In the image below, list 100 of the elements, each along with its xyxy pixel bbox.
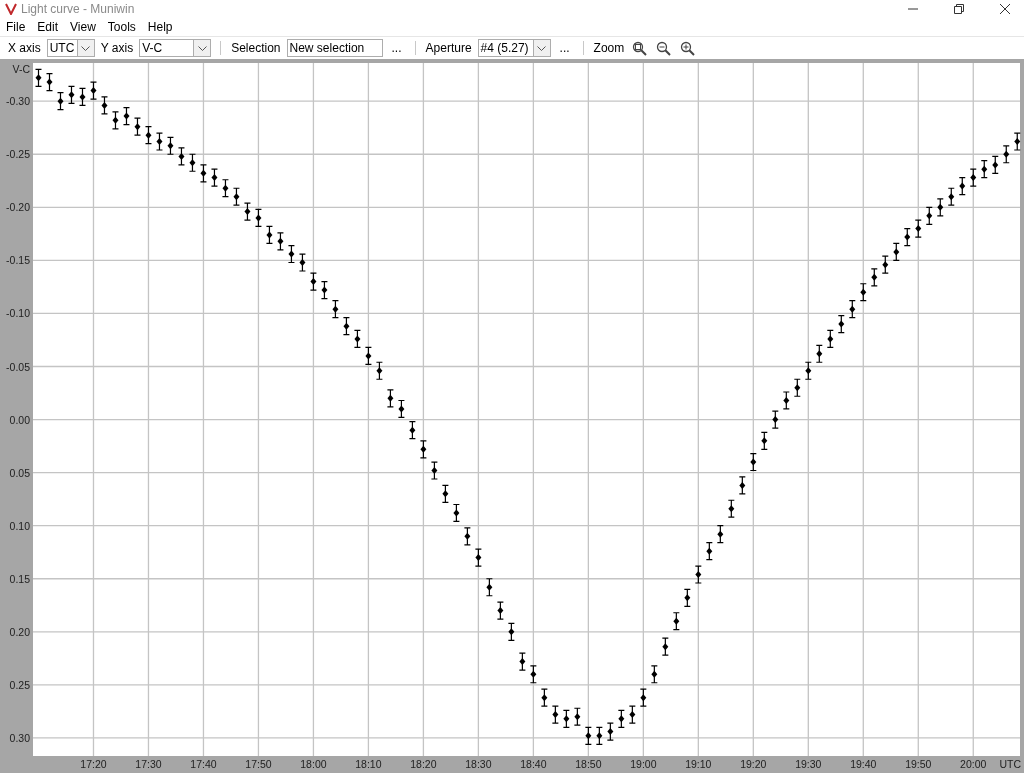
data-point xyxy=(188,153,197,172)
data-point xyxy=(155,132,164,151)
menu-item[interactable]: Edit xyxy=(37,20,59,34)
data-point xyxy=(397,399,405,419)
data-point xyxy=(892,242,900,261)
y-axis-title: V-C xyxy=(12,63,30,75)
data-point xyxy=(100,96,109,115)
data-point xyxy=(474,548,482,567)
x-tick-label: 18:10 xyxy=(355,758,382,770)
data-point xyxy=(177,147,186,166)
x-tick-label: 19:20 xyxy=(740,758,767,770)
y-tick-label: -0.05 xyxy=(6,360,30,373)
menu-item[interactable]: View xyxy=(70,20,96,34)
data-point xyxy=(298,253,307,272)
x-tick-label: 17:50 xyxy=(245,758,272,770)
data-point xyxy=(694,565,702,584)
y-tick-label: 0.30 xyxy=(9,731,30,744)
data-point xyxy=(628,705,636,724)
menu-item[interactable]: Help xyxy=(147,20,173,34)
data-point xyxy=(1013,132,1021,151)
y-tick-label: 0.00 xyxy=(9,413,30,426)
menu-item[interactable]: Tools xyxy=(107,20,136,34)
data-point xyxy=(991,155,999,174)
data-point xyxy=(232,187,241,206)
data-point xyxy=(254,208,263,228)
data-point xyxy=(122,106,131,126)
data-point xyxy=(969,168,977,187)
x-tick-label: 19:10 xyxy=(685,758,712,770)
selection-field[interactable]: New selection xyxy=(286,39,383,57)
data-point xyxy=(342,317,351,336)
selection-label: Selection xyxy=(231,41,281,55)
data-point xyxy=(320,281,329,300)
data-point xyxy=(529,665,537,684)
data-point xyxy=(606,722,614,741)
y-tick-label: -0.30 xyxy=(6,95,30,108)
x-tick-label: 17:30 xyxy=(135,758,162,770)
y-tick-label: -0.10 xyxy=(6,307,30,320)
aperture-more-button[interactable]: ... xyxy=(555,41,574,55)
data-point xyxy=(705,542,713,561)
data-point xyxy=(804,361,812,380)
x-tick-label: 19:30 xyxy=(795,758,822,770)
data-point xyxy=(837,314,845,334)
data-point xyxy=(287,244,296,264)
data-point xyxy=(518,652,526,671)
x-tick-label: 20:00 xyxy=(960,758,987,770)
data-point xyxy=(353,329,362,349)
zoom-in-icon[interactable] xyxy=(680,40,696,56)
data-point xyxy=(309,272,318,291)
data-point xyxy=(265,225,274,244)
data-point xyxy=(595,726,603,745)
data-point xyxy=(67,85,76,104)
x-axis-dropdown[interactable]: UTC xyxy=(46,39,95,57)
menu-item[interactable]: File xyxy=(6,20,26,34)
data-point xyxy=(485,578,493,597)
data-point xyxy=(683,588,691,607)
data-point xyxy=(144,126,153,145)
data-point xyxy=(78,87,87,107)
data-point xyxy=(375,361,383,380)
zoom-fit-icon[interactable] xyxy=(632,40,648,56)
data-point xyxy=(815,344,823,363)
y-axis-dropdown[interactable]: V-C xyxy=(139,39,212,57)
data-point xyxy=(771,410,779,429)
y-tick-label: 0.10 xyxy=(9,519,30,532)
close-icon[interactable] xyxy=(1000,4,1010,14)
data-point xyxy=(639,688,647,707)
app-logo-icon xyxy=(5,3,17,15)
aperture-dropdown[interactable]: #4 (5.27) xyxy=(477,39,551,57)
x-axis-title: UTC xyxy=(999,758,1021,770)
restore-icon[interactable] xyxy=(954,4,964,14)
x-tick-label: 19:40 xyxy=(850,758,877,770)
data-point xyxy=(936,198,944,217)
data-point xyxy=(408,421,416,440)
data-point xyxy=(727,499,735,518)
data-point xyxy=(738,476,746,495)
data-point xyxy=(243,202,252,221)
data-point xyxy=(903,227,911,247)
data-point xyxy=(210,168,219,187)
data-point xyxy=(947,187,955,206)
data-point xyxy=(562,709,570,728)
data-point xyxy=(430,461,438,480)
x-tick-label: 18:00 xyxy=(300,758,327,770)
data-point xyxy=(870,268,878,287)
data-point xyxy=(617,709,625,728)
x-tick-label: 18:30 xyxy=(465,758,492,770)
data-point xyxy=(551,705,559,724)
data-point xyxy=(386,389,394,408)
data-point xyxy=(331,300,340,319)
data-point xyxy=(573,707,581,726)
data-point xyxy=(914,219,922,238)
chevron-down-icon xyxy=(537,45,547,51)
data-point xyxy=(782,391,790,410)
data-point xyxy=(859,283,867,302)
aperture-label: Aperture xyxy=(425,41,472,55)
zoom-out-icon[interactable] xyxy=(656,40,672,56)
data-point xyxy=(199,164,208,183)
data-point xyxy=(661,637,669,656)
data-point xyxy=(276,232,285,251)
data-point xyxy=(980,160,988,179)
selection-more-button[interactable]: ... xyxy=(387,41,406,55)
data-point xyxy=(540,688,548,707)
